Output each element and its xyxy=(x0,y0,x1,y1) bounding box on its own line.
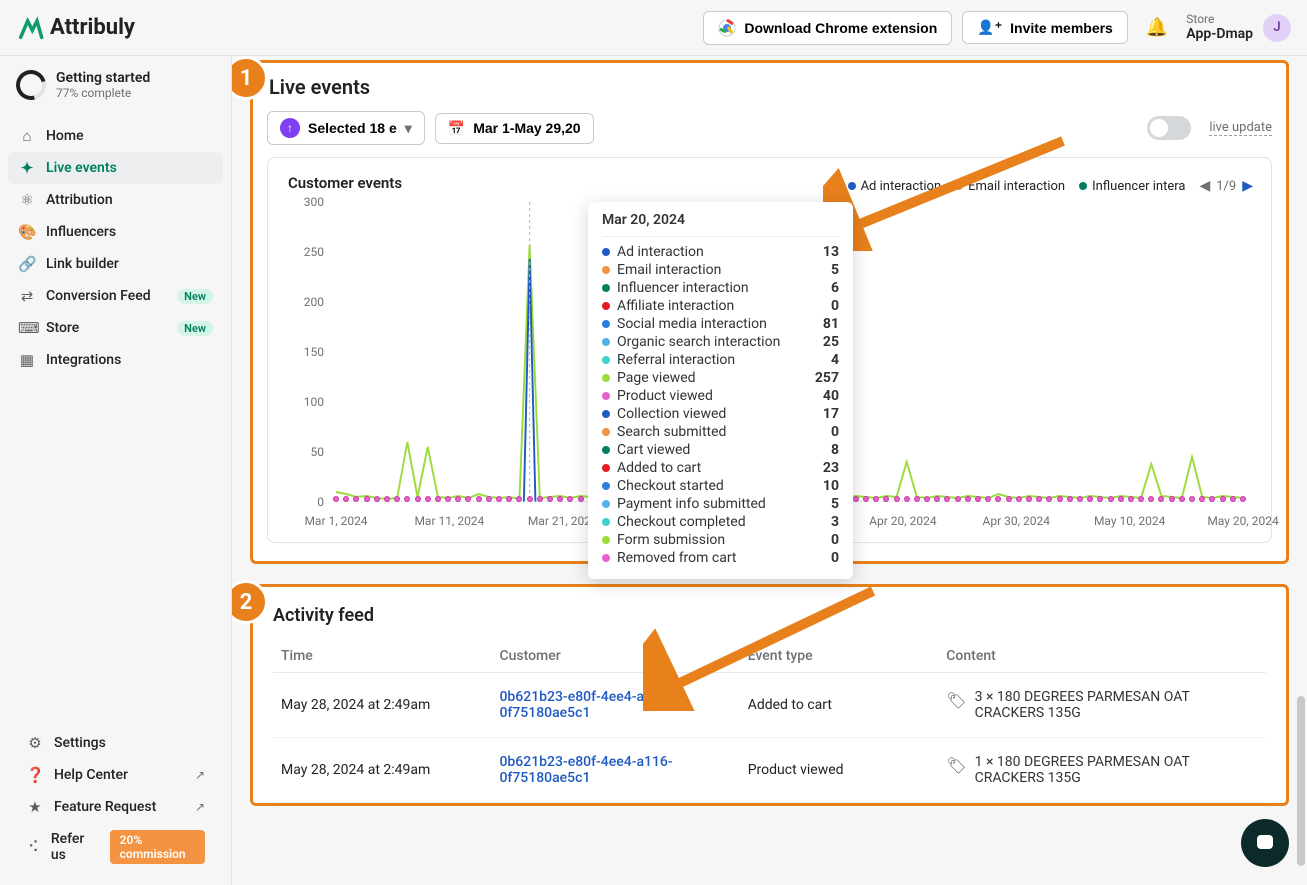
tooltip-row: Product viewed40 xyxy=(602,387,839,405)
external-link-icon: ↗ xyxy=(195,768,205,782)
sidebar-item-live-events[interactable]: ✦Live events xyxy=(8,152,223,184)
getting-started[interactable]: Getting started 77% complete xyxy=(0,56,231,114)
chrome-icon xyxy=(718,19,736,37)
legend-next-button[interactable]: ▶ xyxy=(1242,178,1253,194)
tag-icon: 🏷 xyxy=(946,756,966,775)
nav-icon: 🔗 xyxy=(18,255,36,273)
new-badge: New xyxy=(177,289,213,304)
customer-link[interactable]: 0b621b23-e80f-4ee4-a116-0f75180ae5c1 xyxy=(499,689,672,721)
live-events-panel: Live events ↑ Selected 18 e ▾ 📅 Mar 1-Ma… xyxy=(250,60,1289,564)
date-range-button[interactable]: 📅 Mar 1-May 29,20 xyxy=(435,113,594,144)
nav-icon: 🎨 xyxy=(18,223,36,241)
tooltip-row: Checkout completed3 xyxy=(602,513,839,531)
tooltip-row: Ad interaction13 xyxy=(602,243,839,261)
panel-title: Live events xyxy=(269,75,1272,99)
nav-icon: ⠪ xyxy=(26,838,41,856)
tooltip-row: Checkout started10 xyxy=(602,477,839,495)
legend-prev-button[interactable]: ◀ xyxy=(1199,178,1210,194)
customer-link[interactable]: 0b621b23-e80f-4ee4-a116-0f75180ae5c1 xyxy=(499,754,672,786)
nav-icon: ▦ xyxy=(18,351,36,369)
sidebar-item-help-center[interactable]: ❓Help Center↗ xyxy=(16,759,215,791)
activity-table: Time Customer Event type Content May 28,… xyxy=(273,640,1266,803)
chevron-down-icon: ▾ xyxy=(405,120,412,137)
calendar-icon: 📅 xyxy=(448,120,465,137)
invite-members-button[interactable]: 👤⁺ Invite members xyxy=(962,11,1128,44)
commission-badge: 20% commission xyxy=(110,830,205,864)
nav-icon: ⌨ xyxy=(18,319,36,337)
nav-icon: ✦ xyxy=(18,159,36,177)
invite-icon: 👤⁺ xyxy=(977,19,1002,36)
logo-icon xyxy=(16,14,44,42)
chart-legend: Ad interaction Email interaction Influen… xyxy=(848,178,1253,194)
store-label: Store xyxy=(1186,13,1253,26)
brand-text: Attribuly xyxy=(50,15,135,40)
nav-icon: ❓ xyxy=(26,766,44,784)
tag-icon: 🏷 xyxy=(946,691,966,710)
intercom-chat-button[interactable] xyxy=(1241,819,1289,867)
store-switcher[interactable]: Store App-Dmap J xyxy=(1186,13,1291,42)
tooltip-row: Social media interaction81 xyxy=(602,315,839,333)
sidebar-item-link-builder[interactable]: 🔗Link builder xyxy=(8,248,223,280)
tooltip-row: Referral interaction4 xyxy=(602,351,839,369)
new-badge: New xyxy=(177,321,213,336)
tooltip-row: Organic search interaction25 xyxy=(602,333,839,351)
sidebar-item-attribution[interactable]: ⚛Attribution xyxy=(8,184,223,216)
tooltip-row: Removed from cart0 xyxy=(602,549,839,567)
notifications-icon[interactable]: 🔔 xyxy=(1146,17,1168,38)
tooltip-row: Search submitted0 xyxy=(602,423,839,441)
sidebar-item-home[interactable]: ⌂Home xyxy=(8,120,223,152)
nav-icon: ⌂ xyxy=(18,127,36,145)
chat-icon xyxy=(1254,832,1276,854)
panel-title: Activity feed xyxy=(273,605,1266,626)
table-row: May 28, 2024 at 2:49am 0b621b23-e80f-4ee… xyxy=(273,673,1266,738)
sidebar-item-influencers[interactable]: 🎨Influencers xyxy=(8,216,223,248)
table-row: May 28, 2024 at 2:49am 0b621b23-e80f-4ee… xyxy=(273,738,1266,803)
external-link-icon: ↗ xyxy=(195,800,205,814)
progress-ring-icon xyxy=(11,65,52,106)
tooltip-row: Collection viewed17 xyxy=(602,405,839,423)
app-header: Attribuly Download Chrome extension 👤⁺ I… xyxy=(0,0,1307,56)
sidebar-item-conversion-feed[interactable]: ⇄Conversion FeedNew xyxy=(8,280,223,312)
tooltip-row: Form submission0 xyxy=(602,531,839,549)
up-arrow-icon: ↑ xyxy=(280,118,300,138)
store-name: App-Dmap xyxy=(1186,26,1253,42)
tooltip-row: Affiliate interaction0 xyxy=(602,297,839,315)
sidebar-item-refer-us[interactable]: ⠪Refer us20% commission xyxy=(16,823,215,871)
activity-feed-panel: Activity feed Time Customer Event type C… xyxy=(250,584,1289,806)
events-selector-button[interactable]: ↑ Selected 18 e ▾ xyxy=(267,111,425,145)
live-update-label: live update xyxy=(1209,120,1272,136)
sidebar: Getting started 77% complete ⌂Home✦Live … xyxy=(0,56,232,885)
nav-icon: ⚛ xyxy=(18,191,36,209)
sidebar-item-settings[interactable]: ⚙Settings xyxy=(16,727,215,759)
tooltip-row: Payment info submitted5 xyxy=(602,495,839,513)
avatar[interactable]: J xyxy=(1263,14,1291,42)
sidebar-item-feature-request[interactable]: ★Feature Request↗ xyxy=(16,791,215,823)
logo[interactable]: Attribuly xyxy=(16,14,135,42)
scrollbar[interactable] xyxy=(1297,696,1305,866)
tooltip-row: Page viewed257 xyxy=(602,369,839,387)
sidebar-item-integrations[interactable]: ▦Integrations xyxy=(8,344,223,376)
tooltip-row: Influencer interaction6 xyxy=(602,279,839,297)
tooltip-row: Cart viewed8 xyxy=(602,441,839,459)
main-content: 1 Live events ↑ Selected 18 e ▾ 📅 Mar 1-… xyxy=(232,56,1307,885)
customer-events-chart: Customer events Ad interaction Email int… xyxy=(267,157,1272,543)
chart-tooltip: Mar 20, 2024 Ad interaction13Email inter… xyxy=(588,202,853,579)
tooltip-row: Email interaction5 xyxy=(602,261,839,279)
sidebar-item-store[interactable]: ⌨StoreNew xyxy=(8,312,223,344)
nav-icon: ★ xyxy=(26,798,44,816)
nav-icon: ⚙ xyxy=(26,734,44,752)
download-chrome-button[interactable]: Download Chrome extension xyxy=(703,11,952,45)
nav-icon: ⇄ xyxy=(18,287,36,305)
live-update-toggle[interactable] xyxy=(1147,116,1191,140)
tooltip-row: Added to cart23 xyxy=(602,459,839,477)
